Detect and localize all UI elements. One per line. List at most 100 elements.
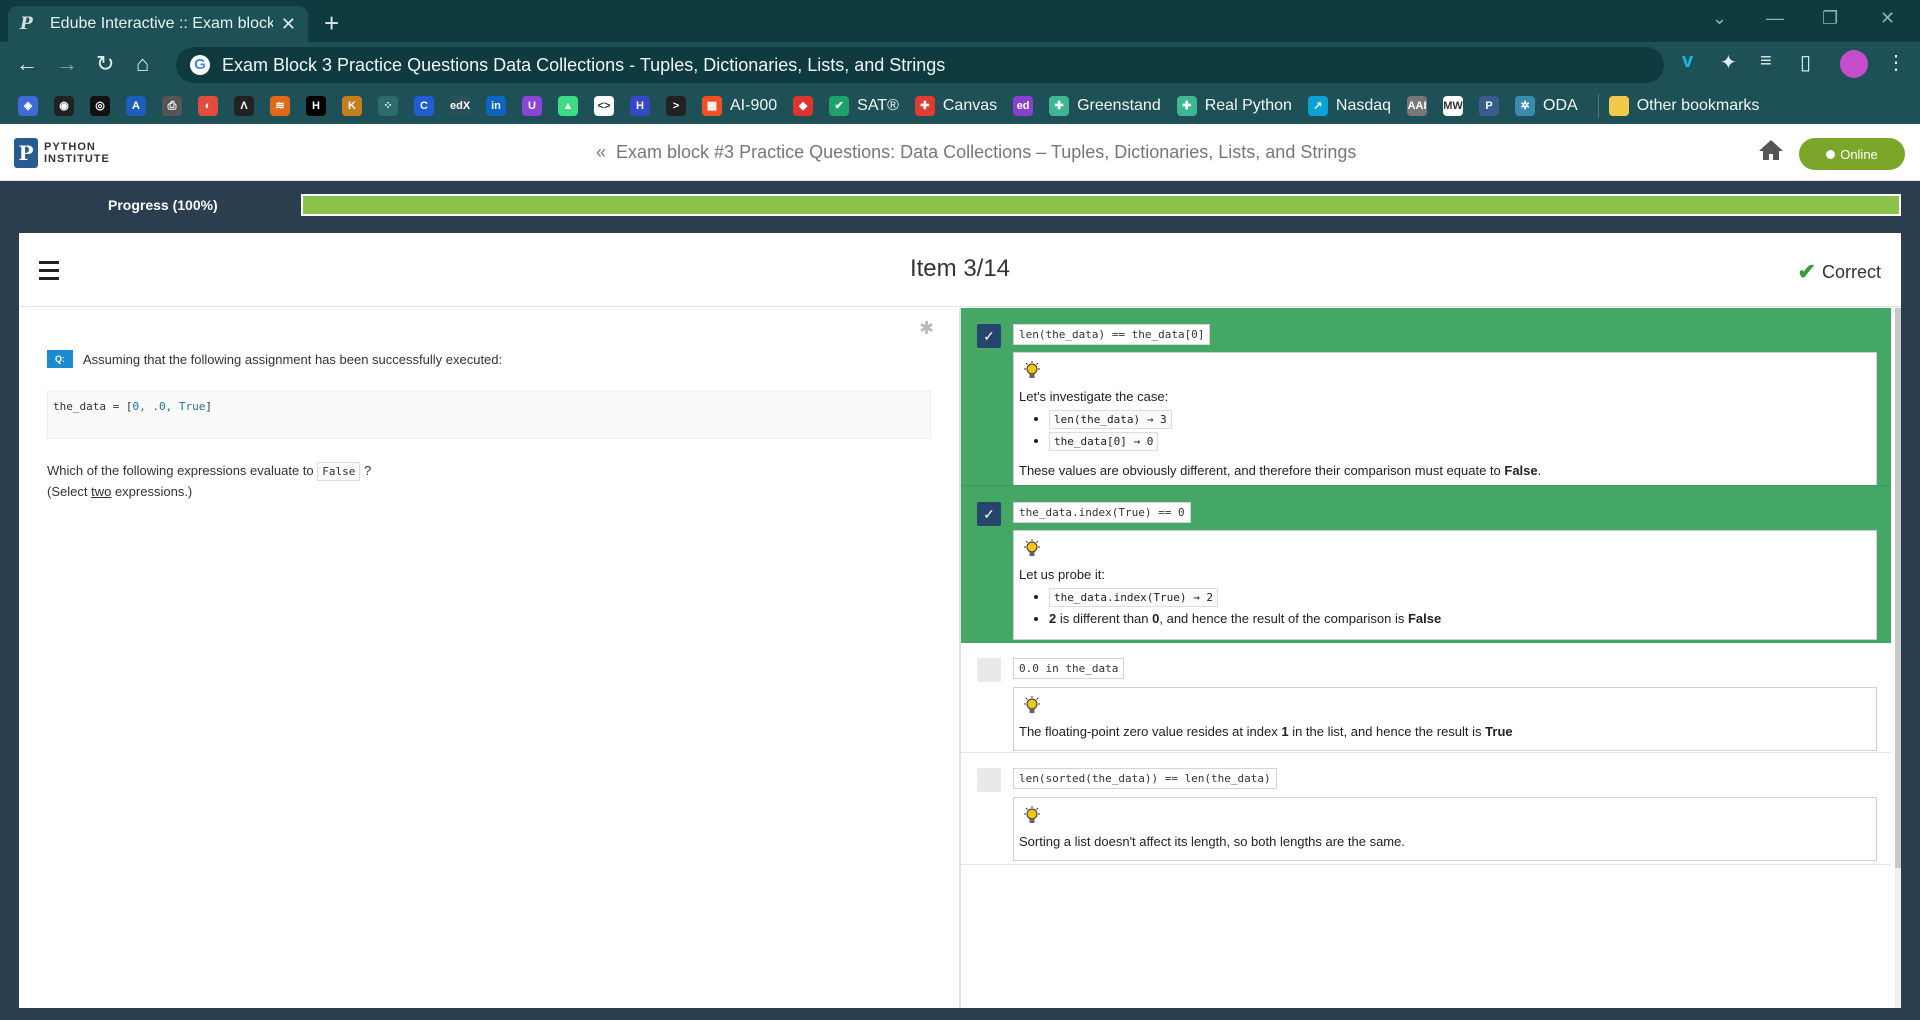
bookmark-layers-0[interactable]: ◈	[18, 96, 38, 116]
code-suffix: ]	[205, 400, 212, 413]
checkbox-checked[interactable]: ✓	[977, 502, 1001, 526]
bookmark-chart[interactable]: ↗ Nasdaq	[1307, 96, 1392, 116]
answer-option-4[interactable]: len(sorted(the_data)) == len(the_data) S…	[961, 753, 1891, 865]
close-window-icon[interactable]: ✕	[1880, 8, 1895, 29]
home-icon[interactable]	[1758, 138, 1784, 162]
vimeo-extension-icon[interactable]: v	[1682, 50, 1693, 73]
python-icon: P	[1479, 96, 1500, 116]
side-panel-icon[interactable]: ▯	[1800, 50, 1811, 75]
answer-option-1[interactable]: ✓ len(the_data) == the_data[0] Let's inv…	[961, 308, 1891, 490]
address-url: Exam Block 3 Practice Questions Data Col…	[222, 54, 946, 75]
conclusion-text: These values are obviously different, an…	[1019, 463, 1501, 478]
progress-bar	[301, 194, 1901, 216]
bookmark-swirl-5[interactable]: ◐	[198, 96, 218, 116]
bookmark-android-15[interactable]: ▲	[558, 96, 578, 116]
bookmark-code-16[interactable]: <>	[594, 96, 614, 116]
bookmark-microsoft[interactable]: ▦ AI-900	[702, 96, 777, 116]
online-dot-icon	[1826, 149, 1836, 159]
breadcrumb[interactable]: « Exam block #3 Practice Questions: Data …	[596, 142, 1356, 163]
tab-title: Edube Interactive :: Exam block #	[50, 15, 273, 32]
checkbox-unchecked[interactable]	[977, 658, 1001, 682]
bullet-bold: False	[1407, 611, 1442, 626]
restore-icon[interactable]: ❐	[1822, 8, 1838, 29]
copilot-icon: ◎	[90, 96, 110, 116]
other-bookmarks-folder[interactable]: ■ Other bookmarks	[1608, 96, 1759, 116]
answer-explanation: The floating-point zero value resides at…	[1013, 687, 1877, 751]
answer-explanation: Let us probe it: the_data.index(True) → …	[1013, 530, 1877, 640]
extensions-puzzle-icon[interactable]: ✦	[1720, 50, 1737, 75]
bookmark-dots-10[interactable]: ⁘	[378, 96, 398, 116]
minimize-icon[interactable]: —	[1766, 8, 1784, 29]
bookmark-shield-20[interactable]: ◆	[793, 96, 814, 116]
tab-close-icon[interactable]: ✕	[281, 14, 296, 35]
profile-avatar[interactable]	[1840, 50, 1868, 78]
sat-icon: ✔	[829, 96, 850, 116]
bookmark-edx-12[interactable]: edX	[450, 96, 470, 116]
select-prefix: (Select	[47, 484, 88, 499]
hackerrank-icon: H	[306, 96, 326, 116]
answer-option-2[interactable]: ✓ the_data.index(True) == 0 Let us probe…	[961, 485, 1891, 643]
bug-report-icon[interactable]: ✱	[919, 318, 934, 339]
bookmark-udemy-14[interactable]: U	[522, 96, 542, 116]
bookmark-github-1[interactable]: ◉	[54, 96, 74, 116]
stripes-icon: ≋	[270, 96, 290, 116]
card-header: Item 3/14 ✔ Correct	[19, 233, 1901, 307]
answer-expression: len(sorted(the_data)) == len(the_data)	[1013, 768, 1277, 789]
python-institute-logo[interactable]: P PYTHON INSTITUTE	[14, 138, 110, 168]
bookmark-coursera-11[interactable]: C	[414, 96, 434, 116]
code-values: 0, .0, True	[132, 400, 206, 413]
answers-scrollbar[interactable]	[1895, 308, 1901, 1008]
linkedin-icon: in	[486, 96, 506, 116]
bookmark-mw-28[interactable]: MW	[1443, 96, 1464, 116]
online-status-button[interactable]: Online	[1799, 138, 1905, 170]
bookmark-anaconda-6[interactable]: Λ	[234, 96, 254, 116]
checkbox-checked[interactable]: ✓	[977, 324, 1001, 348]
bookmark-h-17[interactable]: H	[630, 96, 650, 116]
bookmark-slack[interactable]: ✚ Greenstand	[1049, 96, 1161, 116]
answer-option-3[interactable]: 0.0 in the_data The floating-point zero …	[961, 643, 1891, 753]
address-bar[interactable]: G Exam Block 3 Practice Questions Data C…	[176, 47, 1664, 83]
explanation-text: Sorting a list doesn't affect its length…	[1019, 834, 1405, 849]
bookmark-linkedin-13[interactable]: in	[486, 96, 506, 116]
bookmark-azure-3[interactable]: A	[126, 96, 146, 116]
android-icon: ▲	[558, 96, 578, 116]
menu-kebab-icon[interactable]: ⋮	[1886, 50, 1906, 75]
bookmark-aai-27[interactable]: AAI	[1407, 96, 1428, 116]
home-icon[interactable]: ⌂	[136, 51, 149, 77]
reload-icon[interactable]: ↻	[96, 51, 114, 77]
bookmark-label: Nasdaq	[1335, 97, 1392, 114]
bookmark-ed-23[interactable]: ed	[1013, 96, 1034, 116]
udemy-icon: U	[522, 96, 542, 116]
bookmark-stripes-7[interactable]: ≋	[270, 96, 290, 116]
bookmark-python-29[interactable]: P	[1479, 96, 1500, 116]
breadcrumb-title: Exam block #3 Practice Questions: Data C…	[616, 142, 1357, 162]
new-tab-button[interactable]: +	[324, 8, 339, 39]
question-badge: Q:	[47, 350, 73, 368]
bullet-code: the_data[0] → 0	[1049, 432, 1159, 451]
bookmark-openai[interactable]: ✲ ODA	[1515, 96, 1578, 116]
checkbox-unchecked[interactable]	[977, 768, 1001, 792]
bookmark-copilot-2[interactable]: ◎	[90, 96, 110, 116]
lightbulb-icon	[1024, 696, 1040, 713]
bookmark-slack[interactable]: ✚ Real Python	[1176, 96, 1292, 116]
media-queue-icon[interactable]: ≡	[1760, 50, 1772, 73]
tab-search-icon[interactable]: ⌄	[1712, 8, 1727, 29]
canvas-icon: ✚	[914, 96, 935, 116]
bookmark-sat[interactable]: ✔ SAT®	[829, 96, 899, 116]
bookmark-kaggle-9[interactable]: K	[342, 96, 362, 116]
bookmark-printer-4[interactable]: ⎙	[162, 96, 182, 116]
scrollbar-thumb[interactable]	[1895, 308, 1901, 868]
forward-icon[interactable]: →	[56, 51, 78, 77]
select-suffix: expressions.)	[114, 484, 193, 499]
bookmark-canvas[interactable]: ✚ Canvas	[914, 96, 997, 116]
bookmark-terminal-18[interactable]: >	[666, 96, 686, 116]
github-icon: ◉	[54, 96, 74, 116]
layers-icon: ◈	[18, 96, 38, 116]
swirl-icon: ◐	[198, 96, 218, 116]
browser-tab[interactable]: P Edube Interactive :: Exam block # ✕	[8, 6, 308, 42]
dots-icon: ⁘	[378, 96, 398, 116]
folder-icon: ■	[1608, 96, 1629, 116]
bookmark-hackerrank-8[interactable]: H	[306, 96, 326, 116]
online-label: Online	[1840, 146, 1878, 162]
back-icon[interactable]: ←	[16, 51, 38, 77]
